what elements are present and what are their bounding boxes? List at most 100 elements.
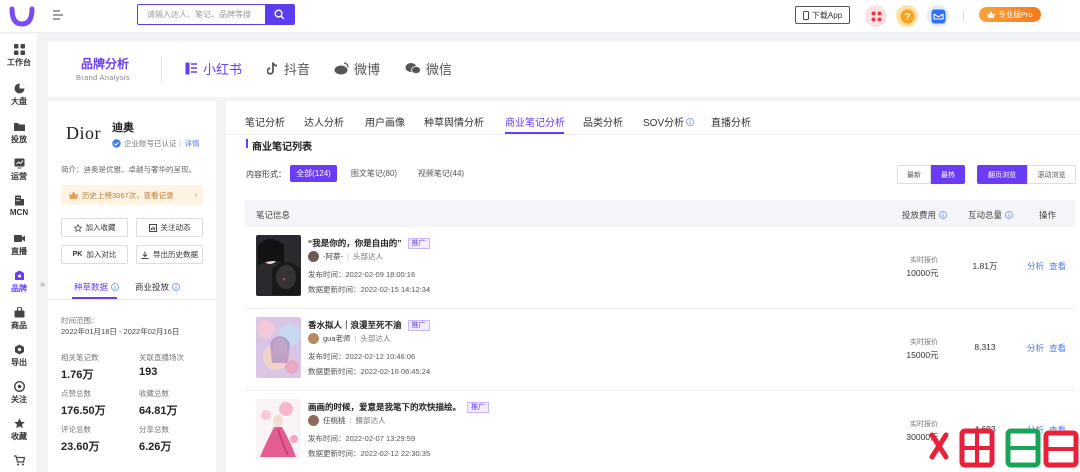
brand-icon [14, 270, 24, 280]
view-link[interactable]: 查看 [1049, 342, 1066, 354]
download-app-button[interactable]: 下载App [795, 6, 850, 24]
pro-version-button[interactable]: 专业版Pro [979, 7, 1041, 22]
sidebar-item-workbench[interactable]: 工作台 [0, 44, 38, 68]
sidebar-item-favorites[interactable]: 收藏 [0, 418, 38, 442]
add-favorite-button[interactable]: 加入收藏 [61, 218, 128, 237]
sidebar-item-goods[interactable]: 商品 [0, 307, 38, 331]
filter-image-notes[interactable]: 图文笔记(80) [345, 165, 403, 182]
search-input[interactable] [138, 5, 266, 24]
col-actions: 操作 [1039, 210, 1057, 220]
search-button[interactable] [265, 5, 294, 24]
note-title[interactable]: 画画的时候，爱意是我笔下的欢快描绘。 推广 [308, 401, 490, 413]
platform-tab-weibo[interactable]: 微博 [334, 59, 380, 77]
bag-icon [14, 307, 24, 318]
tab-seeding-data[interactable]: 种草数据 [74, 281, 119, 293]
stat-collects: 收藏总数 64.81万 [139, 388, 209, 418]
platform-tab-wechat[interactable]: 微信 [405, 59, 452, 77]
export-history-button[interactable]: 导出历史数据 [136, 245, 203, 264]
menu-toggle-icon[interactable] [52, 9, 64, 21]
author-name: -阿萘- [323, 252, 343, 261]
info-icon [111, 283, 119, 291]
stat-likes: 点赞总数 176.50万 [61, 388, 131, 418]
platform-tab-douyin[interactable]: 抖音 [267, 59, 310, 77]
sidebar-item-export[interactable]: 导出 [0, 344, 38, 368]
analyze-link[interactable]: 分析 [1027, 260, 1044, 272]
analyze-link[interactable]: 分析 [1027, 342, 1044, 354]
brand-header: 品牌分析 Brand Analysis 小红书 抖音 微博 微信 [48, 42, 1080, 97]
tab-divider [226, 134, 1080, 135]
apps-button[interactable] [865, 5, 887, 27]
filter-all[interactable]: 全部(124) [290, 165, 337, 182]
fee-label: 实时报价 [910, 257, 938, 264]
sidebar-item-label: 收藏 [11, 432, 27, 441]
sidebar-item-cart[interactable] [0, 455, 38, 468]
note-thumbnail[interactable] [256, 399, 301, 460]
search-icon [274, 9, 285, 20]
interaction-total: 1.81万 [972, 261, 998, 271]
sidebar-item-label: 投放 [11, 135, 27, 144]
verify-detail-link[interactable]: 详情 [184, 138, 199, 149]
sidebar-item-follow[interactable]: 关注 [0, 381, 38, 405]
update-time: 数据更新时间：2022-02-12 22:30:35 [308, 449, 431, 458]
header-divider [161, 56, 162, 82]
tab-divider [48, 299, 216, 300]
stat-live-sessions: 关联直播场次 193 [139, 352, 209, 378]
tab-user-profile[interactable]: 用户画像 [365, 114, 405, 129]
view-link[interactable]: 查看 [1049, 260, 1066, 272]
verify-text: 企业账号已认证 [124, 139, 177, 148]
history-rank-link[interactable]: 历史上榜3067次，查看记录 › [61, 185, 203, 205]
sidebar-item-delivery[interactable]: 投放 [0, 121, 38, 145]
note-thumbnail[interactable] [256, 317, 301, 378]
stat-comments: 评论总数 23.60万 [61, 424, 131, 454]
follow-updates-button[interactable]: 关注动态 [136, 218, 203, 237]
message-button[interactable] [927, 5, 949, 27]
stat-label: 关联直播场次 [139, 353, 184, 362]
note-title-text: 画画的时候，爱意是我笔下的欢快描绘。 [308, 402, 462, 412]
sidebar-collapse-icon[interactable]: » [40, 279, 45, 289]
note-author[interactable]: 任桃桃 | 腰部达人 [308, 415, 385, 426]
author-separator: | [347, 252, 349, 261]
note-thumbnail[interactable] [256, 235, 301, 296]
note-title[interactable]: 香水拟人｜浪漫至死不渝 推广 [308, 319, 430, 331]
tab-category-analysis[interactable]: 品类分析 [583, 114, 623, 129]
sidebar-item-live[interactable]: 直播 [0, 233, 38, 257]
info-icon [1005, 211, 1013, 219]
logo-icon[interactable] [9, 5, 35, 27]
crown-icon [987, 11, 996, 18]
col-delivery-fee[interactable]: 投放费用 [902, 209, 947, 221]
add-favorite-label: 加入收藏 [85, 223, 116, 232]
note-author[interactable]: -阿萘- | 头部达人 [308, 251, 383, 262]
avatar [308, 415, 319, 426]
col-interaction-total[interactable]: 互动总量 [968, 209, 1013, 221]
tab-seeding-sentiment[interactable]: 种草舆情分析 [424, 114, 484, 129]
section-title: 商业笔记列表 [252, 142, 312, 153]
sort-hottest-button[interactable]: 最热 [931, 165, 965, 184]
view-paged-button[interactable]: 翻页浏览 [977, 165, 1027, 184]
tab-live-analysis[interactable]: 直播分析 [711, 114, 751, 129]
sidebar-item-operation[interactable]: 运营 [0, 158, 38, 182]
platform-tab-xiaohongshu[interactable]: 小红书 [185, 59, 242, 77]
stat-label: 评论总数 [61, 425, 91, 434]
tab-sov-analysis[interactable]: SOV分析 [643, 114, 695, 129]
sort-latest-button[interactable]: 最新 [897, 165, 931, 184]
tab-label: 商业投放 [135, 282, 170, 292]
tab-note-analysis[interactable]: 笔记分析 [245, 114, 285, 129]
sidebar-item-brand[interactable]: 品牌 [0, 270, 38, 294]
table-row: 香水拟人｜浪漫至死不渝 推广 gua老师 | 头部达人 发布时间：2022-02… [245, 309, 1075, 391]
sidebar-item-label: 大盘 [11, 97, 27, 106]
help-button[interactable]: ? [896, 5, 918, 27]
note-author[interactable]: gua老师 | 头部达人 [308, 333, 390, 344]
tab-kol-analysis[interactable]: 达人分析 [304, 114, 344, 129]
sidebar-item-mcn[interactable]: MCN [0, 195, 38, 217]
col-label: 互动总量 [968, 210, 1003, 220]
tab-commercial-notes[interactable]: 商业笔记分析 [505, 114, 565, 129]
platform-tab-label: 微博 [354, 61, 381, 77]
note-title[interactable]: “我是你的，你是自由的” 推广 [308, 237, 430, 249]
tab-commercial-delivery[interactable]: 商业投放 [135, 281, 180, 293]
filter-video-notes[interactable]: 视频笔记(44) [410, 165, 472, 182]
col-label: 投放费用 [902, 210, 937, 220]
add-compare-button[interactable]: PK 加入对比 [61, 245, 128, 264]
view-scroll-button[interactable]: 滚动浏览 [1027, 165, 1076, 184]
sidebar-item-label: 品牌 [11, 284, 27, 293]
sidebar-item-market[interactable]: 大盘 [0, 83, 38, 107]
